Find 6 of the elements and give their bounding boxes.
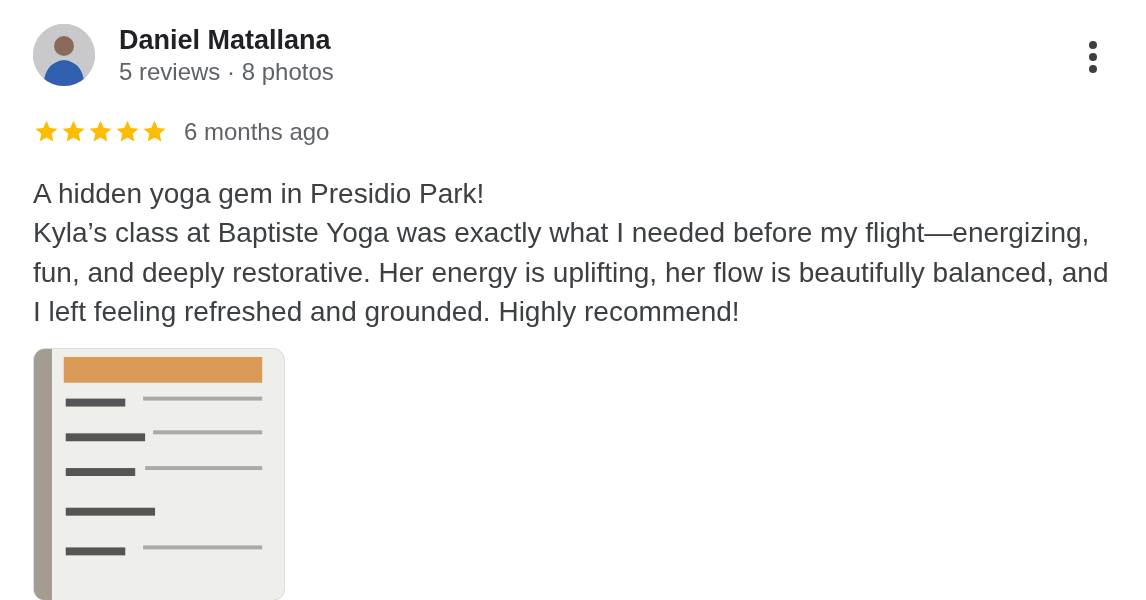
review-text: Kyla’s class at Baptiste Yoga was exactly what I needed before my flight—energizing, fun, and deeply restorative. Her energy is uplifting, her flow is beautifully balanced, and I left feeling refreshed and grounded. Highly recommend! xyxy=(33,216,1110,330)
review-headline: A hidden yoga gem in Presidio Park! xyxy=(33,176,486,211)
reviewer-stats: 5 reviews · 8 photos xyxy=(119,57,335,88)
reviewer-name[interactable]: Daniel Matallana xyxy=(119,24,1080,57)
more-options-icon xyxy=(1088,40,1098,74)
review-date: 6 months ago xyxy=(184,116,330,147)
